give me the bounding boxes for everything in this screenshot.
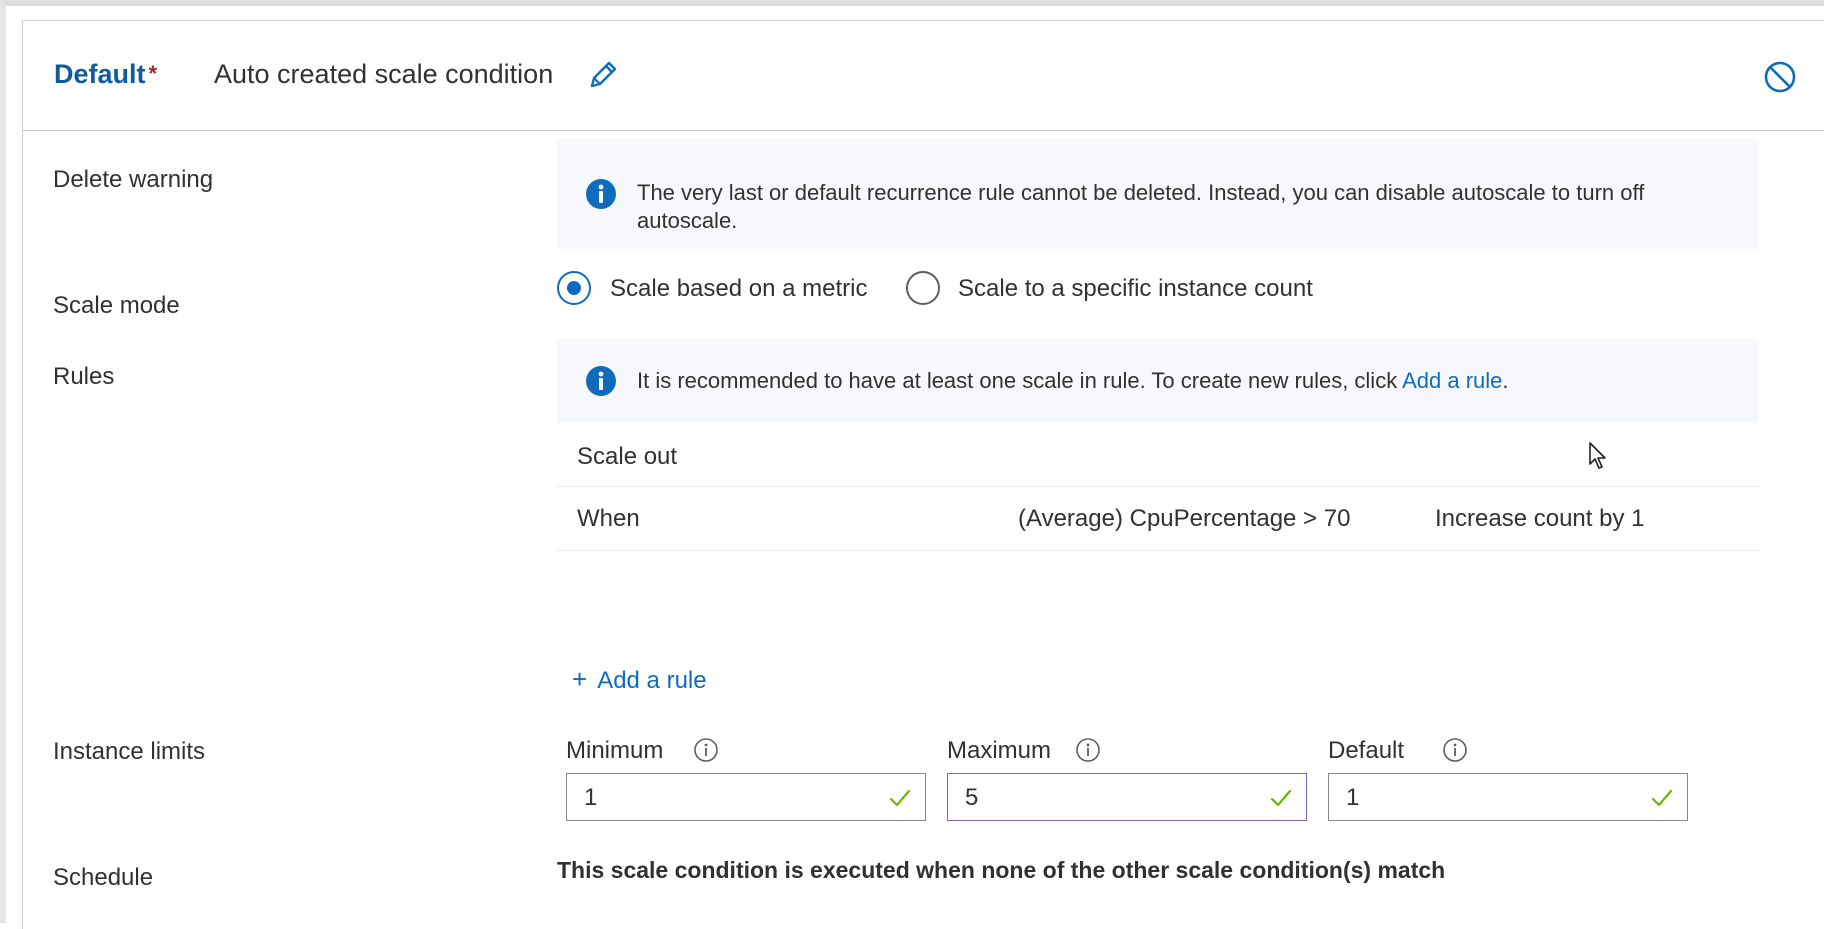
default-value: 1	[1346, 784, 1360, 811]
rule-when: When	[577, 505, 640, 532]
minimum-label: Minimum	[566, 737, 664, 764]
rules-info-text: It is recommended to have at least one s…	[637, 368, 1403, 393]
maximum-value: 5	[965, 784, 979, 811]
scale-condition-card: Default * Auto created scale condition De…	[22, 20, 1824, 929]
maximum-label: Maximum	[947, 737, 1052, 764]
info-circle-icon[interactable]	[693, 737, 719, 763]
rules-info: It is recommended to have at least one s…	[557, 339, 1759, 423]
rule-condition-link[interactable]: (Average) CpuPercentage > 70	[1018, 505, 1350, 533]
minimum-value: 1	[584, 784, 598, 811]
scale-metric-radio[interactable]	[557, 271, 591, 305]
pencil-icon[interactable]	[585, 57, 621, 93]
delete-warning-message: The very last or default recurrence rule…	[637, 180, 1645, 233]
default-input[interactable]: 1	[1328, 773, 1688, 821]
scale-metric-label[interactable]: Scale based on a metric	[610, 275, 867, 303]
required-asterisk: *	[148, 61, 158, 86]
info-icon	[586, 179, 616, 209]
scale-instance-count-label[interactable]: Scale to a specific instance count	[958, 275, 1313, 303]
schedule-label: Schedule	[53, 864, 154, 891]
maximum-input[interactable]: 5	[947, 773, 1307, 821]
scale-out-header-row: Scale out	[557, 423, 1759, 487]
disable-icon[interactable]	[1761, 58, 1799, 96]
condition-title-text: Default	[54, 59, 146, 89]
rules-label: Rules	[53, 363, 115, 390]
condition-title: Default *	[54, 59, 157, 90]
plus-icon: +	[572, 664, 588, 694]
app-frame: Default * Auto created scale condition De…	[0, 0, 1824, 929]
info-icon	[586, 366, 616, 396]
rules-info-add-rule-link[interactable]: Add a rule	[1402, 368, 1502, 393]
scale-instance-count-radio[interactable]	[906, 271, 940, 305]
schedule-description: This scale condition is executed when no…	[557, 857, 1446, 883]
rules-info-message: It is recommended to have at least one s…	[637, 367, 1737, 395]
rules-info-trailing: .	[1502, 368, 1509, 393]
check-icon	[1270, 789, 1292, 807]
info-circle-icon[interactable]	[1442, 737, 1468, 763]
delete-warning-label: Delete warning	[53, 166, 214, 193]
check-icon	[1651, 789, 1673, 807]
condition-name: Auto created scale condition	[214, 59, 554, 89]
minimum-input[interactable]: 1	[566, 773, 926, 821]
scale-condition-header: Default * Auto created scale condition	[23, 21, 1824, 131]
check-icon	[889, 789, 911, 807]
scale-mode-label: Scale mode	[53, 292, 180, 319]
add-rule-button[interactable]: + Add a rule	[572, 664, 707, 695]
info-circle-icon[interactable]	[1075, 737, 1101, 763]
scale-out-header: Scale out	[577, 443, 678, 470]
add-rule-label: Add a rule	[597, 667, 707, 694]
table-row[interactable]: When (Average) CpuPercentage > 70 Increa…	[557, 487, 1759, 551]
instance-limits-label: Instance limits	[53, 738, 206, 765]
delete-warning-info: The very last or default recurrence rule…	[557, 139, 1759, 249]
rule-action: Increase count by 1	[1435, 505, 1645, 532]
default-label: Default	[1328, 737, 1405, 764]
